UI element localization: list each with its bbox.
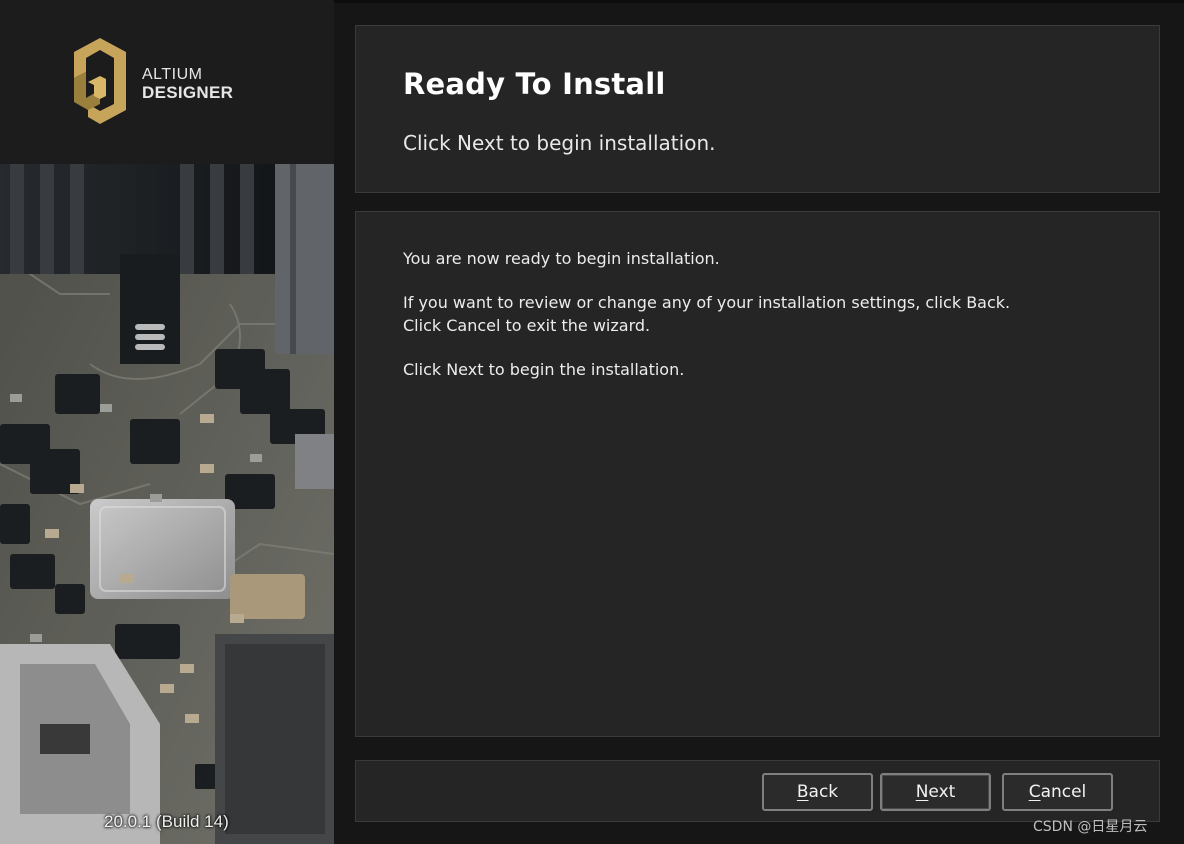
back-button-label: Back [796, 782, 839, 802]
page-title: Ready To Install [403, 67, 666, 101]
header-panel: Ready To Install Click Next to begin ins… [355, 25, 1160, 193]
review-settings-message: If you want to review or change any of y… [403, 293, 1011, 312]
watermark: CSDN @日星月云 [1033, 819, 1148, 835]
logo-line-altium: ALTIUM [142, 66, 203, 83]
next-button[interactable]: Next [880, 773, 991, 811]
logo-line-designer: DESIGNER [142, 83, 234, 102]
button-bar: Back Next Cancel [355, 760, 1160, 822]
page-subtitle: Click Next to begin installation. [403, 131, 716, 155]
cancel-button[interactable]: Cancel [1002, 773, 1113, 811]
logo-area: ALTIUM DESIGNER [0, 0, 334, 164]
content-panel: You are now ready to begin installation.… [355, 211, 1160, 737]
version-label: 20.0.1 (Build 14) [104, 812, 229, 831]
back-button[interactable]: Back [762, 773, 873, 811]
circuit-board-image [0, 164, 334, 844]
title-strip [334, 0, 1184, 3]
installer-window: ALTIUM DESIGNER 20.0.1 (Build 14) Ready … [0, 0, 1184, 844]
begin-message: Click Next to begin the installation. [403, 360, 685, 379]
cancel-button-label: Cancel [1028, 782, 1087, 802]
cancel-message: Click Cancel to exit the wizard. [403, 316, 651, 335]
side-panel: ALTIUM DESIGNER 20.0.1 (Build 14) [0, 0, 334, 844]
ready-message: You are now ready to begin installation. [403, 249, 720, 268]
logo-wordmark: ALTIUM DESIGNER [142, 66, 233, 102]
altium-logo-icon [74, 38, 126, 124]
next-button-label: Next [915, 782, 956, 802]
